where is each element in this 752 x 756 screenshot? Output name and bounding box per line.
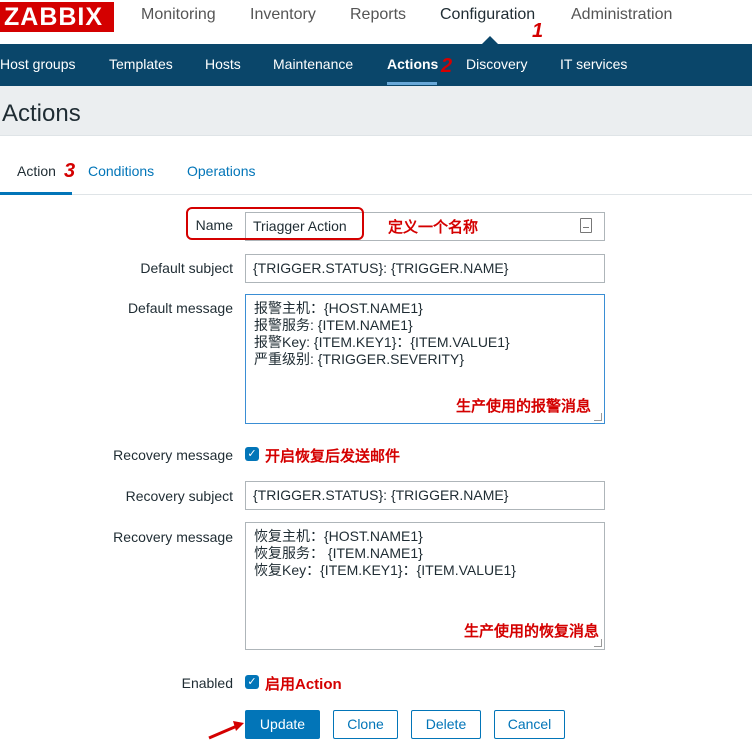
update-button[interactable]: Update — [245, 710, 320, 739]
submenu-actions[interactable]: Actions — [387, 56, 438, 72]
recovery-subject-input[interactable]: {TRIGGER.STATUS}: {TRIGGER.NAME} — [245, 481, 605, 510]
tab-action[interactable]: Action — [17, 163, 56, 179]
recovery-message-textarea[interactable]: 恢复主机：{HOST.NAME1} 恢复服务： {ITEM.NAME1} 恢复K… — [245, 522, 605, 650]
submenu-discovery[interactable]: Discovery — [466, 56, 527, 72]
default-message-line: 报警主机：{HOST.NAME1} — [254, 300, 423, 316]
pointer-arrow-icon — [208, 721, 244, 740]
default-message-textarea[interactable]: 报警主机：{HOST.NAME1} 报警服务: {ITEM.NAME1} 报警K… — [245, 294, 605, 424]
page-title: Actions — [2, 100, 81, 127]
default-subject-input[interactable]: {TRIGGER.STATUS}: {TRIGGER.NAME} — [245, 254, 605, 283]
default-message-label: Default message — [127, 300, 233, 316]
menu-monitoring[interactable]: Monitoring — [141, 6, 216, 24]
resize-handle-icon[interactable] — [594, 639, 602, 647]
submenu-maintenance[interactable]: Maintenance — [273, 56, 353, 72]
resize-handle-icon[interactable] — [594, 413, 602, 421]
default-message-line: 严重级别: {TRIGGER.SEVERITY} — [254, 351, 465, 367]
form-tabs: Action Conditions Operations — [0, 150, 752, 195]
active-submenu-underline — [387, 82, 437, 85]
default-message-note: 生产使用的报警消息 — [455, 398, 591, 415]
recovery-message-check-label: Recovery message — [113, 447, 233, 463]
marker-3: 3 — [64, 160, 76, 182]
recovery-subject-label: Recovery subject — [125, 488, 233, 504]
default-subject-label: Default subject — [140, 260, 233, 276]
submenu-it-services[interactable]: IT services — [560, 56, 627, 72]
zabbix-logo[interactable]: ZABBIX — [0, 2, 114, 32]
submenu-hosts[interactable]: Hosts — [205, 56, 241, 72]
enabled-checkbox[interactable]: ✓ — [245, 675, 259, 689]
recovery-message-label: Recovery message — [113, 529, 233, 545]
recovery-message-checkbox[interactable]: ✓ — [245, 447, 259, 461]
marker-1: 1 — [532, 20, 544, 42]
submenu-templates[interactable]: Templates — [109, 56, 173, 72]
sub-navigation: Host groups Templates Hosts Maintenance … — [0, 44, 752, 86]
name-highlight-box — [186, 207, 364, 240]
recovery-subject-value: {TRIGGER.STATUS}: {TRIGGER.NAME} — [253, 487, 509, 503]
enabled-note: 启用Action — [265, 676, 342, 693]
clone-button[interactable]: Clone — [333, 710, 398, 739]
name-note: 定义一个名称 — [388, 219, 479, 236]
tab-conditions[interactable]: Conditions — [88, 163, 154, 179]
field-helper-icon[interactable] — [580, 218, 592, 233]
menu-administration[interactable]: Administration — [571, 6, 672, 24]
cancel-button[interactable]: Cancel — [494, 710, 565, 739]
recovery-message-line: 恢复Key：{ITEM.KEY1}：{ITEM.VALUE1} — [254, 562, 516, 578]
top-navigation: ZABBIX Monitoring Inventory Reports Conf… — [0, 0, 752, 44]
submenu-host-groups[interactable]: Host groups — [0, 56, 75, 72]
default-message-line: 报警Key: {ITEM.KEY1}：{ITEM.VALUE1} — [254, 334, 510, 350]
recovery-message-line: 恢复服务： {ITEM.NAME1} — [254, 545, 423, 561]
recovery-check-note: 开启恢复后发送邮件 — [265, 448, 401, 465]
menu-configuration[interactable]: Configuration — [440, 6, 535, 24]
active-tab-underline — [0, 192, 72, 195]
page-header: Actions — [0, 86, 752, 136]
marker-2: 2 — [441, 55, 453, 77]
tab-operations[interactable]: Operations — [187, 163, 255, 179]
recovery-message-line: 恢复主机：{HOST.NAME1} — [254, 528, 423, 544]
enabled-label: Enabled — [181, 675, 233, 691]
default-message-line: 报警服务: {ITEM.NAME1} — [254, 317, 413, 333]
menu-reports[interactable]: Reports — [350, 6, 406, 24]
default-subject-value: {TRIGGER.STATUS}: {TRIGGER.NAME} — [253, 260, 509, 276]
recovery-message-note: 生产使用的恢复消息 — [463, 623, 599, 640]
menu-inventory[interactable]: Inventory — [250, 6, 316, 24]
active-menu-caret — [482, 36, 498, 44]
delete-button[interactable]: Delete — [411, 710, 481, 739]
